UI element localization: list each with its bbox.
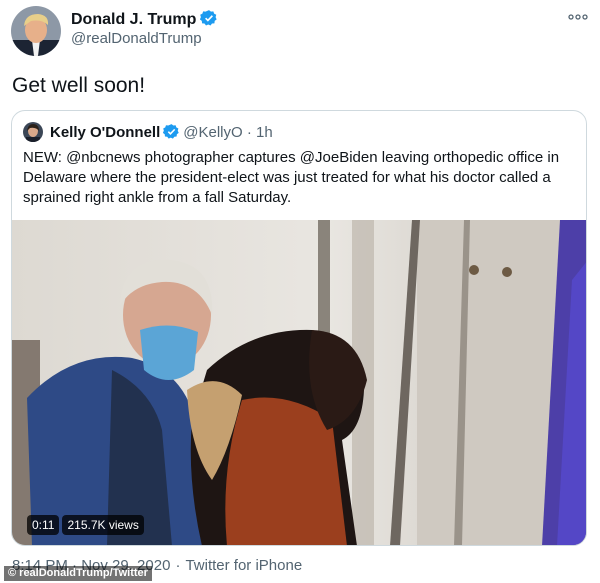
video-duration: 0:11 [27, 515, 60, 535]
separator-dot: · [175, 557, 181, 574]
quoted-time-ago[interactable]: 1h [256, 124, 273, 141]
image-watermark: © realDonaldTrump/Twitter [4, 566, 152, 581]
quoted-tweet-card[interactable]: Kelly O'Donnell @KellyO · 1h NEW: @nbcnew… [11, 110, 587, 546]
quoted-author-handle[interactable]: @KellyO [183, 124, 242, 141]
author-avatar[interactable] [11, 6, 61, 56]
quoted-author-name[interactable]: Kelly O'Donnell [50, 124, 160, 141]
author-name[interactable]: Donald J. Trump [71, 9, 218, 32]
video-badge: 0:11 215.7K views [27, 515, 144, 535]
more-options-icon[interactable] [568, 10, 588, 22]
video-frame [12, 220, 586, 545]
author-name-text[interactable]: Donald J. Trump [71, 11, 196, 28]
quoted-tweet-text: NEW: @nbcnews photographer captures @Joe… [23, 148, 583, 208]
quoted-author-avatar[interactable] [23, 122, 43, 142]
separator-dot: · [242, 124, 257, 141]
quoted-tweet-header: Kelly O'Donnell @KellyO · 1h [50, 123, 273, 144]
tweet-text: Get well soon! [12, 74, 146, 97]
mention-link-nbcnews[interactable]: @nbcnews [66, 149, 140, 166]
verified-badge-icon [200, 9, 218, 32]
author-handle[interactable]: @realDonaldTrump [71, 30, 202, 47]
quoted-text-mid: photographer captures [140, 149, 300, 166]
verified-badge-icon [163, 123, 180, 144]
mention-link-joebiden[interactable]: @JoeBiden [300, 149, 378, 166]
quoted-text-prefix: NEW: [23, 149, 67, 166]
tweet-source[interactable]: Twitter for iPhone [185, 557, 302, 574]
video-player[interactable]: 0:11 215.7K views [12, 220, 586, 545]
video-views: 215.7K views [62, 515, 144, 535]
